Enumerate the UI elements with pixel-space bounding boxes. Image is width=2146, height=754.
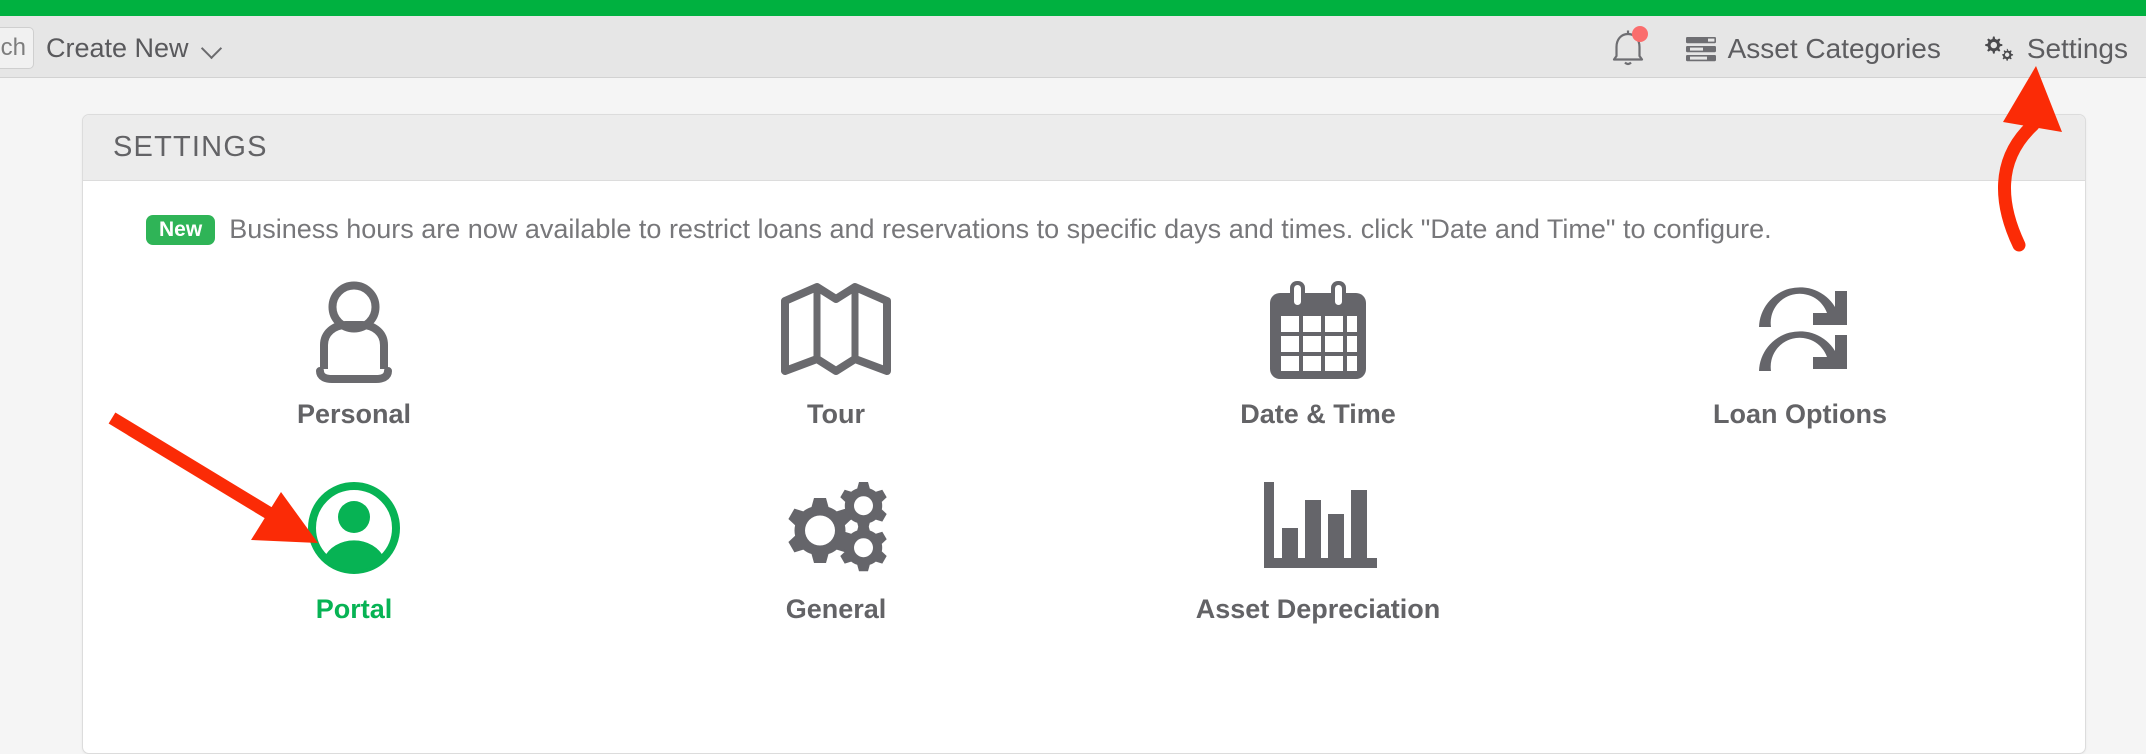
settings-tile-label: Personal bbox=[296, 399, 412, 429]
settings-button[interactable]: Settings bbox=[1981, 33, 2128, 65]
settings-tile-portal[interactable]: Portal bbox=[113, 466, 595, 625]
settings-tile-personal[interactable]: Personal bbox=[113, 271, 595, 430]
asset-categories-label: Asset Categories bbox=[1727, 33, 1941, 64]
settings-tile-label: Asset Depreciation bbox=[1195, 594, 1441, 624]
person-outline-icon bbox=[316, 281, 392, 383]
settings-label: Settings bbox=[2026, 33, 2128, 64]
search-input-text: ch bbox=[0, 34, 26, 61]
settings-panel: SETTINGS New Business hours are now avai… bbox=[82, 114, 2086, 754]
tile-icon-wrap bbox=[305, 271, 403, 383]
tile-icon-wrap bbox=[305, 466, 403, 578]
top-header-bar: ch Create New Asset Categories Settings bbox=[0, 16, 2146, 78]
header-actions: Asset Categories Settings bbox=[1610, 24, 2128, 74]
bar-chart-icon bbox=[1264, 482, 1377, 568]
settings-tile-asset-depreciation[interactable]: Asset Depreciation bbox=[1077, 466, 1559, 625]
settings-tile-loan-options[interactable]: Loan Options bbox=[1559, 271, 2041, 430]
create-new-label: Create New bbox=[46, 32, 189, 63]
settings-tile-general[interactable]: General bbox=[595, 466, 1077, 625]
notifications-button[interactable] bbox=[1610, 26, 1648, 70]
settings-panel-body: New Business hours are now available to … bbox=[83, 181, 2085, 625]
calendar-icon bbox=[1270, 281, 1366, 379]
tile-icon-wrap bbox=[780, 466, 892, 578]
settings-tile-row: Personal Tour Date & Time Loan Options bbox=[83, 271, 2085, 430]
notification-badge-dot bbox=[1631, 26, 1648, 42]
user-circle-icon bbox=[308, 482, 400, 574]
tile-icon-wrap bbox=[1264, 271, 1372, 383]
tile-icon-wrap bbox=[777, 271, 895, 383]
settings-tile-label: Loan Options bbox=[1713, 399, 1887, 429]
page-title: SETTINGS bbox=[113, 131, 268, 163]
asset-categories-button[interactable]: Asset Categories bbox=[1685, 33, 1941, 65]
settings-tile-label: General bbox=[785, 594, 887, 624]
gears-icon bbox=[788, 482, 887, 572]
settings-tile-label: Portal bbox=[315, 594, 393, 624]
brand-top-strip bbox=[0, 0, 2146, 16]
create-new-menu[interactable]: Create New bbox=[46, 26, 221, 70]
settings-tile-tour[interactable]: Tour bbox=[595, 271, 1077, 430]
settings-panel-header: SETTINGS bbox=[83, 115, 2085, 181]
refresh-sync-icon bbox=[1759, 287, 1847, 371]
notice-text: Business hours are now available to rest… bbox=[229, 214, 1772, 244]
folded-map-icon bbox=[781, 283, 891, 375]
settings-tile-label: Tour bbox=[807, 399, 865, 429]
settings-tile-date-time[interactable]: Date & Time bbox=[1077, 271, 1559, 430]
search-input[interactable]: ch bbox=[0, 27, 34, 69]
gears-icon bbox=[1985, 36, 2013, 61]
new-badge: New bbox=[146, 214, 216, 245]
business-hours-notice: New Business hours are now available to … bbox=[83, 214, 2085, 245]
settings-tile-row: Portal General Asset Depreciation bbox=[83, 466, 2085, 625]
chevron-down-icon bbox=[203, 39, 221, 57]
tile-icon-wrap bbox=[1259, 466, 1377, 578]
list-rows-icon bbox=[1685, 37, 1716, 62]
settings-tile-label: Date & Time bbox=[1240, 399, 1396, 429]
app-window: ch Create New Asset Categories Settings … bbox=[0, 0, 2146, 754]
tile-icon-wrap bbox=[1747, 271, 1853, 383]
